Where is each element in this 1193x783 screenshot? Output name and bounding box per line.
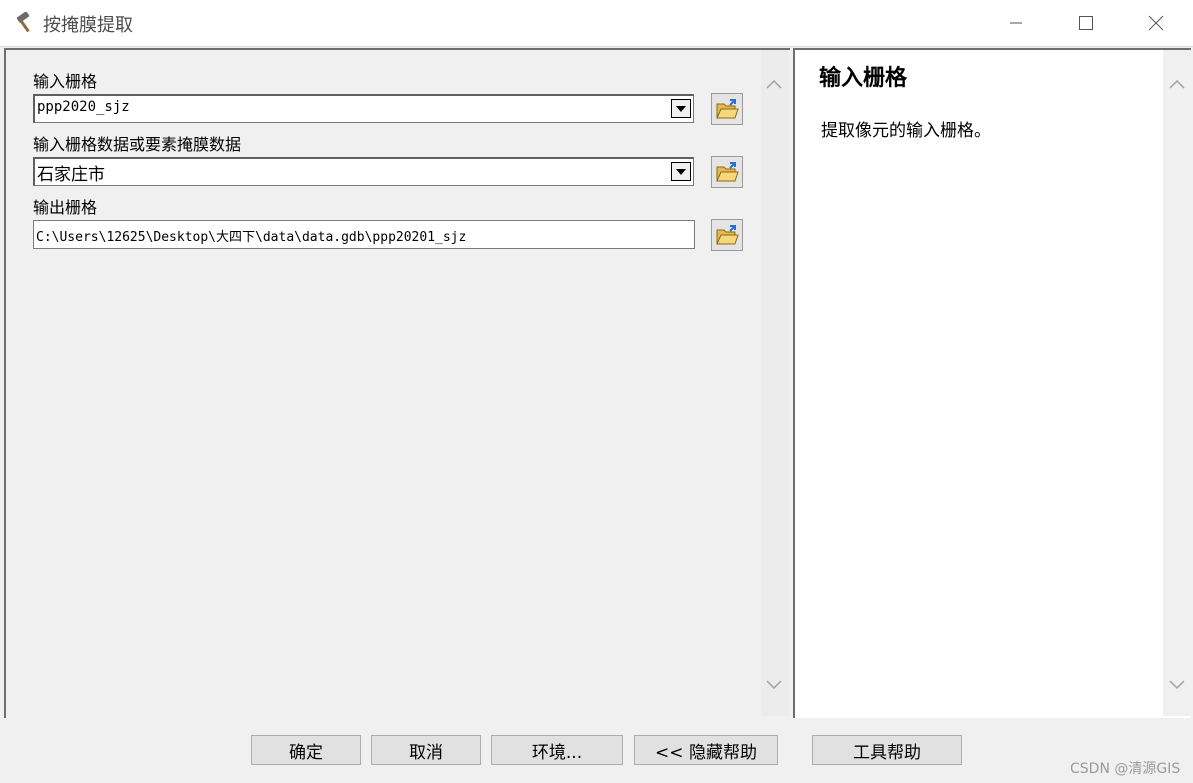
close-icon bbox=[1148, 15, 1164, 31]
maximize-button[interactable] bbox=[1063, 0, 1109, 46]
scroll-up-button[interactable] bbox=[763, 73, 785, 95]
help-panel bbox=[793, 48, 1191, 718]
hammer-icon bbox=[14, 11, 36, 34]
ok-button[interactable]: 确定 bbox=[251, 735, 361, 765]
help-description: 提取像元的输入栅格。 bbox=[821, 121, 991, 141]
mask-data-combo[interactable]: 石家庄市 bbox=[33, 157, 694, 186]
maximize-icon bbox=[1079, 16, 1093, 30]
help-title: 输入栅格 bbox=[819, 66, 908, 91]
chevron-up-icon bbox=[1169, 79, 1185, 89]
mask-data-browse-button[interactable] bbox=[711, 156, 743, 188]
open-folder-icon bbox=[716, 162, 739, 182]
minimize-button[interactable] bbox=[993, 0, 1039, 46]
minimize-icon bbox=[1010, 22, 1022, 24]
input-raster-combo[interactable]: ppp2020_sjz bbox=[33, 94, 694, 123]
output-raster-label: 输出栅格 bbox=[33, 198, 98, 217]
mask-data-label: 输入栅格数据或要素掩膜数据 bbox=[33, 135, 242, 154]
input-raster-value: ppp2020_sjz bbox=[37, 99, 130, 115]
scroll-down-button[interactable] bbox=[763, 674, 785, 696]
input-raster-browse-button[interactable] bbox=[711, 93, 743, 125]
window-title: 按掩膜提取 bbox=[43, 15, 133, 36]
input-raster-label: 输入栅格 bbox=[33, 72, 98, 91]
open-folder-icon bbox=[716, 225, 739, 245]
input-raster-dropdown-button[interactable] bbox=[671, 99, 691, 118]
cancel-button[interactable]: 取消 bbox=[371, 735, 481, 765]
help-scroll-down-button[interactable] bbox=[1166, 674, 1188, 696]
parameters-scrollbar[interactable] bbox=[761, 50, 789, 716]
chevron-down-icon bbox=[676, 105, 686, 112]
output-raster-browse-button[interactable] bbox=[711, 219, 743, 251]
chevron-down-icon bbox=[1169, 680, 1185, 690]
chevron-up-icon bbox=[766, 79, 782, 89]
output-raster-input[interactable]: C:\Users\12625\Desktop\大四下\data\data.gdb… bbox=[33, 220, 695, 249]
chevron-down-icon bbox=[676, 168, 686, 175]
watermark: CSDN @清源GIS bbox=[1070, 761, 1181, 777]
close-button[interactable] bbox=[1133, 0, 1179, 46]
chevron-down-icon bbox=[766, 680, 782, 690]
environments-button[interactable]: 环境... bbox=[491, 735, 623, 765]
output-raster-value: C:\Users\12625\Desktop\大四下\data\data.gdb… bbox=[36, 230, 467, 245]
mask-data-dropdown-button[interactable] bbox=[671, 162, 691, 181]
open-folder-icon bbox=[716, 99, 739, 119]
help-scroll-up-button[interactable] bbox=[1166, 73, 1188, 95]
tool-help-button[interactable]: 工具帮助 bbox=[812, 735, 962, 765]
mask-data-value: 石家庄市 bbox=[37, 165, 105, 185]
hide-help-button[interactable]: << 隐藏帮助 bbox=[634, 735, 778, 765]
help-scrollbar[interactable] bbox=[1163, 50, 1191, 716]
